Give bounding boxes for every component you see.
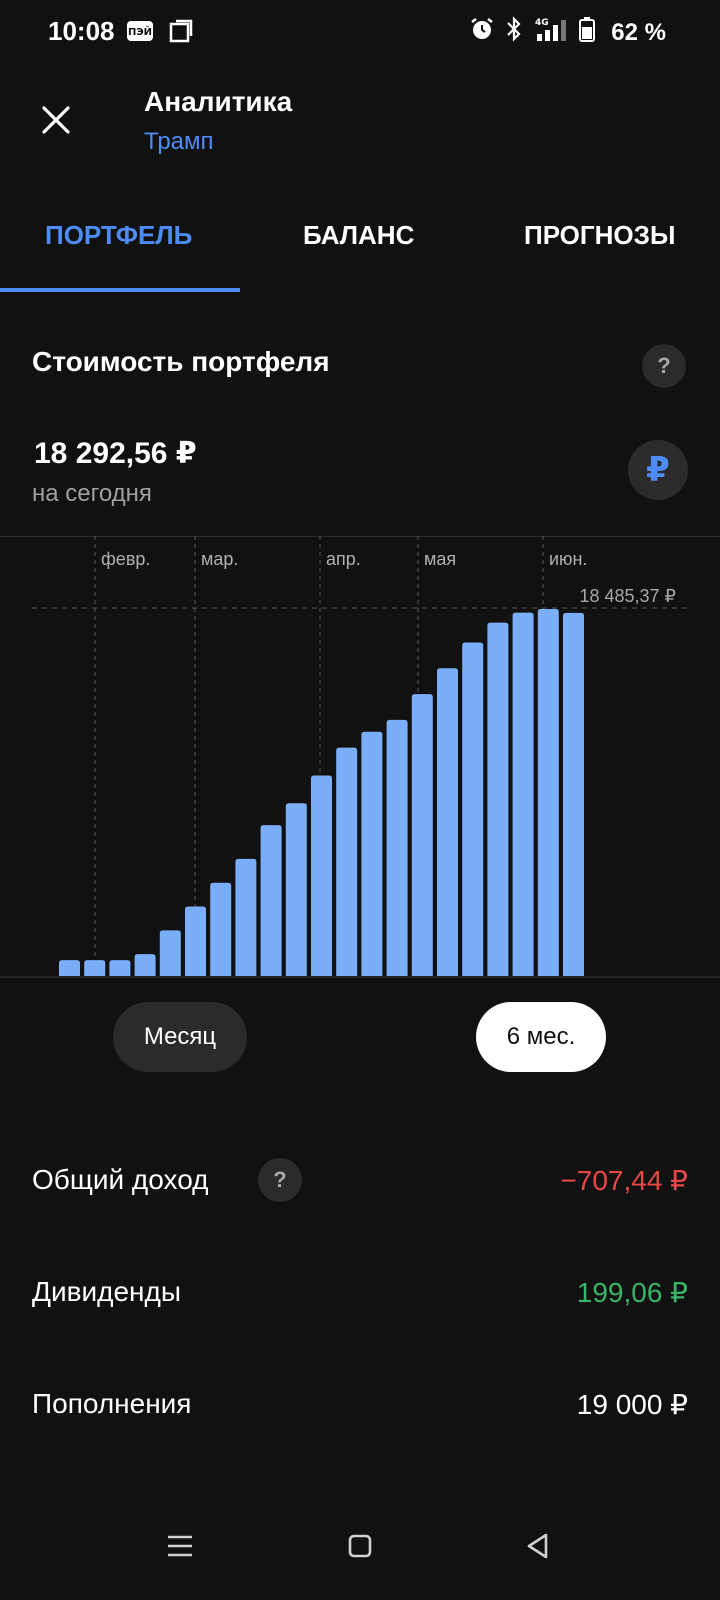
home-square-icon	[348, 1534, 372, 1558]
header: Аналитика Трамп	[0, 64, 720, 174]
screenshot-icon	[168, 18, 194, 49]
system-navigation-bar	[0, 1492, 720, 1600]
chart-bar	[84, 960, 106, 976]
stat-value: −707,44 ₽	[560, 1165, 688, 1196]
chart-bar	[235, 858, 257, 976]
stat-label: Пополнения	[32, 1388, 192, 1419]
chart-bar	[109, 960, 131, 976]
stat-row-deposits: Пополнения 19 000 ₽	[32, 1374, 688, 1434]
chart-max-label: 18 485,37 ₽	[579, 586, 676, 606]
status-bar: 10:08 ПЭЙ 4G 62 %	[0, 0, 720, 64]
section-title: Стоимость портфеля	[32, 346, 330, 377]
stat-label: Общий доход	[32, 1164, 209, 1195]
currency-button[interactable]: ₽	[628, 440, 688, 500]
chart-bar	[437, 668, 458, 976]
chart-bar	[411, 694, 433, 976]
page-subtitle: Трамп	[144, 128, 214, 155]
portfolio-value: 18 292,56 ₽	[34, 437, 197, 470]
chart-bar	[462, 642, 484, 976]
bluetooth-icon	[505, 16, 523, 49]
chart-bar	[537, 609, 559, 976]
chart-bar	[159, 930, 181, 976]
status-right: 4G 62 %	[469, 16, 666, 49]
chart-month-label: февр.	[101, 549, 150, 569]
chart-bar	[487, 622, 509, 976]
stat-value: 19 000 ₽	[576, 1389, 688, 1420]
recent-apps-button[interactable]	[156, 1522, 204, 1570]
chart-bar	[134, 954, 156, 976]
portfolio-chart: февр. мар. апр. мая июн. 18 485,37 ₽	[0, 536, 720, 978]
chart-bar	[311, 775, 332, 976]
chart-month-label: мар.	[201, 549, 238, 569]
tab-indicator	[0, 288, 240, 292]
app-notification-icon: ПЭЙ	[126, 18, 156, 49]
portfolio-value-caption: на сегодня	[32, 480, 152, 507]
chart-bar	[185, 906, 206, 976]
status-left-icons: ПЭЙ	[126, 18, 194, 49]
chart-month-label: мая	[424, 549, 456, 569]
chart-bar	[336, 747, 358, 976]
help-icon[interactable]: ?	[642, 344, 686, 388]
tab-balance[interactable]: БАЛАНС	[303, 220, 414, 251]
back-button[interactable]	[514, 1522, 562, 1570]
back-triangle-icon	[527, 1533, 548, 1559]
tabs: ПОРТФЕЛЬ БАЛАНС ПРОГНОЗЫ	[0, 196, 720, 292]
chart-bar	[386, 719, 408, 976]
close-icon	[42, 106, 70, 134]
chart-bar	[210, 882, 232, 976]
chart-bar	[512, 612, 534, 976]
svg-text:ПЭЙ: ПЭЙ	[128, 25, 152, 38]
chart-svg: февр. мар. апр. мая июн. 18 485,37 ₽	[0, 536, 720, 978]
chart-bar	[285, 803, 307, 976]
stat-value: 199,06 ₽	[576, 1277, 688, 1308]
menu-icon	[168, 1535, 192, 1557]
home-button[interactable]	[336, 1522, 384, 1570]
stat-label: Дивиденды	[32, 1276, 181, 1307]
chart-month-label: июн.	[549, 549, 588, 569]
chart-bar	[563, 612, 584, 976]
help-icon[interactable]: ?	[258, 1158, 302, 1202]
tab-forecasts[interactable]: ПРОГНОЗЫ	[524, 220, 675, 251]
network-label: 4G	[535, 18, 549, 28]
period-6-months-button[interactable]: 6 мес.	[476, 1002, 606, 1072]
chart-bar	[361, 731, 383, 976]
tab-portfolio[interactable]: ПОРТФЕЛЬ	[45, 220, 192, 251]
stat-row-dividends: Дивиденды 199,06 ₽	[32, 1262, 688, 1322]
battery-icon	[579, 16, 596, 49]
chart-bar	[260, 825, 282, 976]
chart-bar	[59, 960, 80, 976]
period-month-button[interactable]: Месяц	[113, 1002, 247, 1072]
battery-percent: 62 %	[611, 18, 666, 46]
status-time: 10:08	[48, 16, 115, 46]
signal-icon: 4G	[533, 16, 569, 49]
alarm-icon	[469, 16, 495, 49]
stat-row-total-income: Общий доход ? −707,44 ₽	[32, 1150, 688, 1210]
close-button[interactable]	[30, 94, 82, 146]
page-title: Аналитика	[144, 86, 293, 117]
chart-month-label: апр.	[326, 549, 361, 569]
